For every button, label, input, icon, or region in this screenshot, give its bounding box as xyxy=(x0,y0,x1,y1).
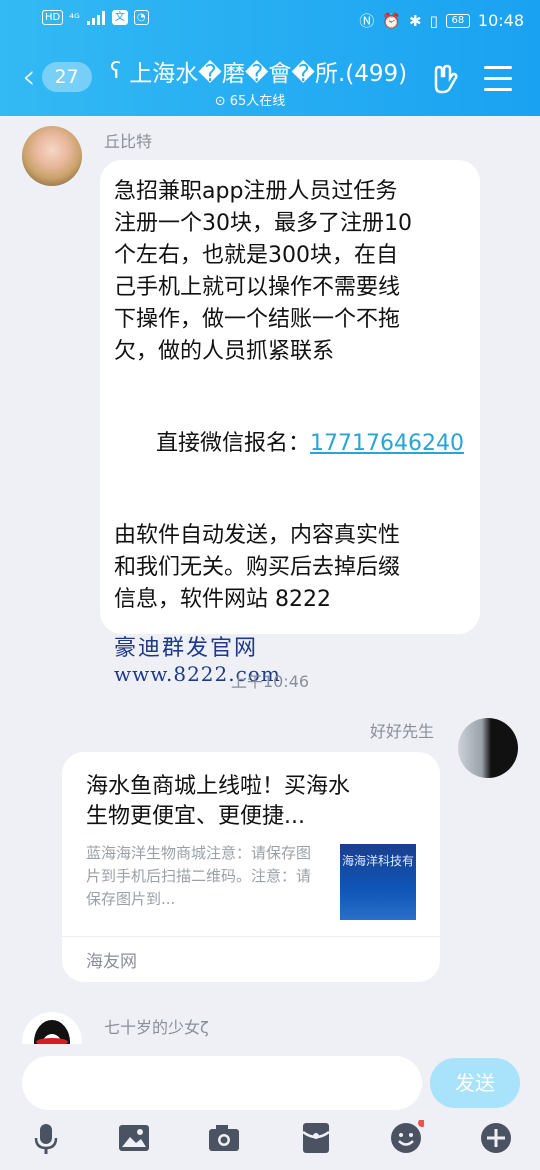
alarm-icon: ⏰ xyxy=(382,11,402,30)
online-check-icon: ⊙ xyxy=(214,94,226,109)
disclaimer-text: 由软件自动发送，内容真实性 和我们无关。购买后去掉后缀 信息，软件网站 8222 xyxy=(114,523,401,612)
network-label: ⁴ᴳ xyxy=(69,10,80,25)
nfc-icon: Ⓝ xyxy=(359,12,375,30)
emoji-icon[interactable] xyxy=(388,1119,426,1156)
signal-icon xyxy=(86,10,105,25)
avatar[interactable] xyxy=(22,126,82,186)
card-source: 海友网 xyxy=(62,936,440,982)
input-toolbar xyxy=(0,1119,540,1160)
chat-header: ‹ 27 ʕ 上海水�磨�會�所.(499) ⊙ 65人在线 xyxy=(0,50,540,110)
card-description: 蓝海海洋生物商城注意：请保存图片到手机后扫描二维码。注意：请保存图片到... xyxy=(86,844,312,908)
sender-name: 丘比特 xyxy=(104,132,153,151)
phone-link[interactable]: 17717646240 xyxy=(310,431,464,456)
chevron-left-icon: ‹ xyxy=(22,57,36,97)
red-packet-icon[interactable] xyxy=(298,1120,334,1156)
message-text: 急招兼职app注册人员过任务 注册一个30块，最多了注册10 个左右，也就是30… xyxy=(114,179,412,364)
sender-name: 七十岁的少女ζ xyxy=(104,1018,209,1037)
group-title-area[interactable]: ʕ 上海水�磨�會�所.(499) ⊙ 65人在线 xyxy=(110,54,420,110)
online-count: 65人在线 xyxy=(229,94,286,109)
status-bar: HD ⁴ᴳ 文 ◔ Ⓝ ⏰ ✱ ▯ 68 10:48 xyxy=(0,8,540,32)
timestamp: 上午10:46 xyxy=(230,672,310,691)
microphone-icon[interactable] xyxy=(28,1120,64,1156)
unread-badge: 27 xyxy=(41,62,92,92)
message-bubble[interactable]: 急招兼职app注册人员过任务 注册一个30块，最多了注册10 个左右，也就是30… xyxy=(100,160,480,686)
clock: 10:48 xyxy=(477,11,524,30)
chat-area[interactable]: 丘比特 急招兼职app注册人员过任务 注册一个30块，最多了注册10 个左右，也… xyxy=(0,116,540,1044)
image-icon[interactable] xyxy=(116,1120,152,1156)
ear-icon: ʕ xyxy=(110,58,122,84)
hand-gesture-icon[interactable] xyxy=(430,64,460,94)
translate-icon: 文 xyxy=(111,10,128,25)
qq-penguin-avatar[interactable] xyxy=(22,1012,82,1044)
chat-bubble-icon: ◔ xyxy=(133,10,149,25)
top-bar: HD ⁴ᴳ 文 ◔ Ⓝ ⏰ ✱ ▯ 68 10:48 ‹ 27 ʕ 上海水�磨�… xyxy=(0,0,540,116)
avatar[interactable] xyxy=(458,718,518,778)
battery-icon: 68 xyxy=(445,13,470,28)
send-button[interactable]: 发送 xyxy=(430,1058,520,1108)
vibrate-icon: ▯ xyxy=(429,11,438,30)
card-title: 海水鱼商城上线啦！买海水 生物更便宜、更便捷... xyxy=(86,774,351,829)
back-button[interactable]: ‹ 27 xyxy=(22,57,92,97)
bluetooth-icon: ✱ xyxy=(409,11,422,30)
menu-icon[interactable] xyxy=(484,66,512,92)
hd-icon: HD xyxy=(42,10,64,25)
sender-name: 好好先生 xyxy=(369,722,434,741)
card-thumbnail: 海海洋科技有 xyxy=(340,844,416,920)
message-input[interactable] xyxy=(22,1056,422,1110)
input-bar: 发送 xyxy=(0,1044,540,1170)
group-title: 上海水�磨�會�所.(499) xyxy=(129,61,408,87)
camera-icon[interactable] xyxy=(206,1120,242,1156)
contact-label: 直接微信报名： xyxy=(155,431,310,456)
share-card[interactable]: 海水鱼商城上线啦！买海水 生物更便宜、更便捷... 蓝海海洋生物商城注意：请保存… xyxy=(62,752,440,982)
plus-icon[interactable] xyxy=(478,1120,514,1156)
